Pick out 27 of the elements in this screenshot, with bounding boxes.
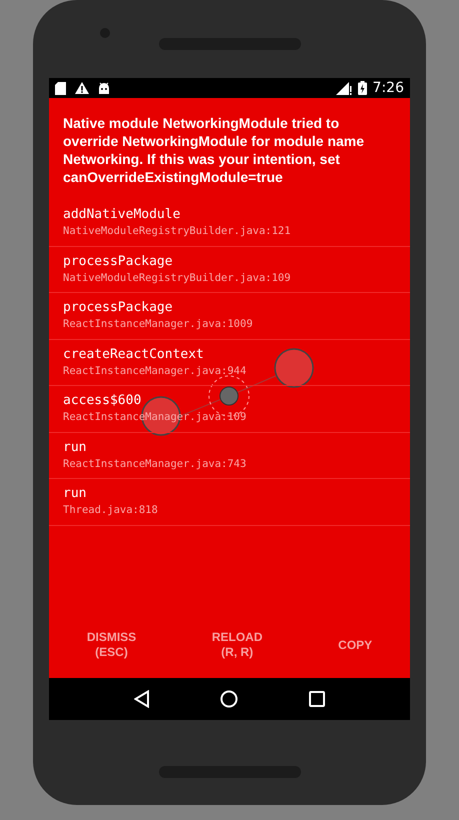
- stack-frame[interactable]: addNativeModule NativeModuleRegistryBuilder.java:121: [49, 200, 410, 246]
- error-message: Native module NetworkingModule tried to override NetworkingModule for module name Networking. If this was your intention, set canOverrideExistingModule=true: [62, 114, 366, 187]
- file-location: Thread.java:818: [63, 503, 159, 518]
- overview-icon[interactable]: [308, 691, 325, 707]
- clock-time: 7:26: [372, 80, 404, 96]
- back-icon[interactable]: [134, 690, 150, 708]
- stack-frame[interactable]: processPackage ReactInstanceManager.java:1009: [49, 293, 410, 340]
- android-icon: [98, 82, 110, 94]
- warning-icon: [75, 82, 89, 94]
- battery-icon: [358, 81, 367, 95]
- file-location: ReactInstanceManager.java:743: [63, 456, 248, 472]
- method-name: run: [63, 438, 88, 456]
- method-name: createReactContext: [63, 346, 205, 364]
- stack-frame[interactable]: processPackage NativeModuleRegistryBuilder.java:109: [49, 246, 410, 293]
- file-location: NativeModuleRegistryBuilder.java:109: [63, 270, 292, 286]
- method-name: addNativeModule: [63, 206, 182, 224]
- signal-icon: [336, 82, 352, 94]
- method-name: processPackage: [63, 252, 174, 270]
- method-name: access$600: [63, 392, 142, 410]
- method-name: processPackage: [63, 299, 174, 317]
- sd-card-icon: [55, 82, 66, 94]
- file-location: ReactInstanceManager.java:1009: [63, 317, 254, 332]
- method-name: run: [63, 485, 88, 503]
- file-location: NativeModuleRegistryBuilder.java:121: [63, 224, 292, 239]
- stack-frame[interactable]: run Thread.java:818: [49, 479, 410, 526]
- home-icon[interactable]: [220, 690, 238, 708]
- file-location: ReactInstanceManager.java:944: [63, 364, 248, 378]
